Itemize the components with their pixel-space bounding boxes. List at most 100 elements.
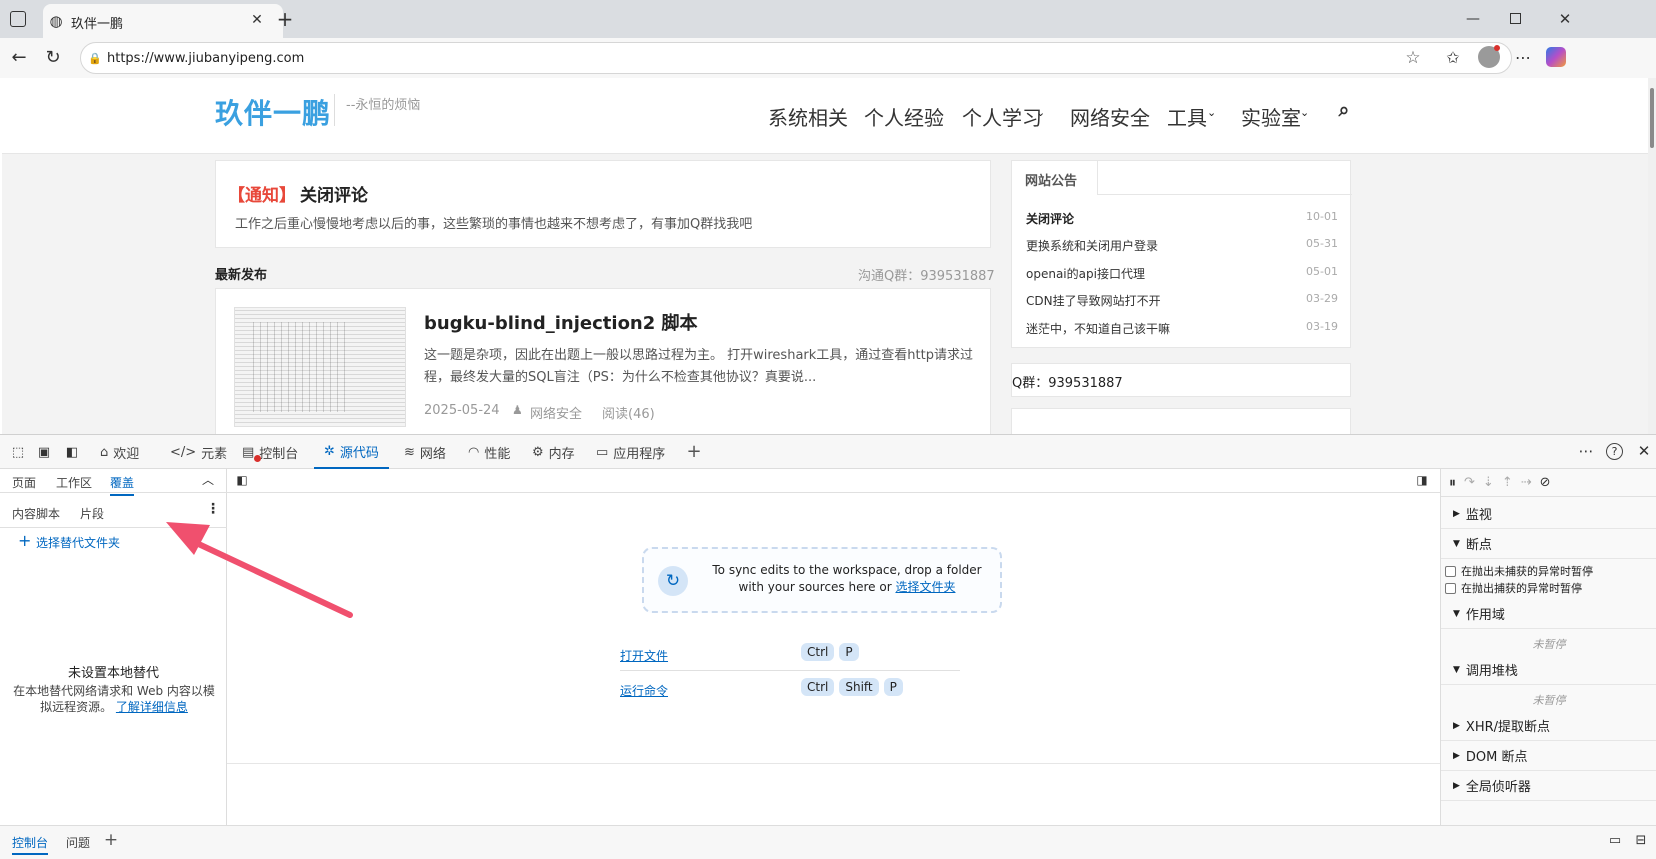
pause-uncaught-option[interactable]: 在抛出未捕获的异常时暂停 bbox=[1445, 563, 1593, 579]
console-icon: ▤ bbox=[242, 444, 255, 460]
favorite-star-icon[interactable]: ☆ bbox=[1403, 48, 1423, 68]
latest-title: 最新发布 bbox=[215, 268, 268, 283]
tab-content-scripts[interactable]: 内容脚本 bbox=[12, 505, 60, 522]
step-into-icon[interactable]: ⇣ bbox=[1483, 475, 1494, 490]
toggle-navigator-icon[interactable]: ◧ bbox=[233, 472, 251, 488]
close-devtools-icon[interactable]: ✕ bbox=[1634, 441, 1654, 461]
section-global-listeners[interactable]: ▶ 全局侦听器 bbox=[1441, 771, 1656, 801]
device-emulation-icon[interactable]: ▣ bbox=[36, 444, 52, 460]
tab-page[interactable]: 页面 bbox=[12, 474, 36, 491]
add-tab-icon[interactable]: + bbox=[684, 441, 704, 462]
tab-console[interactable]: ▤ 控制台 bbox=[242, 435, 298, 469]
tab-memory[interactable]: ⚙ 内存 bbox=[532, 435, 575, 469]
chevron-down-icon: ⌄ bbox=[1036, 106, 1046, 119]
more-options-icon[interactable]: ⋯ bbox=[1576, 441, 1596, 461]
new-tab-icon[interactable]: + bbox=[274, 7, 296, 31]
application-icon: ▭ bbox=[596, 444, 609, 460]
notice-card: 【通知】 关闭评论 工作之后重心慢慢地考虑以后的事，这些繁琐的事情也越来不想考虑… bbox=[215, 160, 991, 248]
site-logo[interactable]: 玖伴一鹏 bbox=[215, 92, 331, 132]
section-breakpoints[interactable]: ▼ 断点 bbox=[1441, 529, 1656, 559]
tab-sources[interactable]: ✲ 源代码 bbox=[314, 435, 389, 469]
run-command-link[interactable]: 运行命令 bbox=[620, 682, 668, 699]
checkbox[interactable] bbox=[1445, 582, 1456, 594]
favorites-icon[interactable]: ✩ bbox=[1442, 46, 1464, 68]
announcement-item[interactable]: 迷茫中，不知道自己该干嘛 bbox=[1026, 320, 1170, 337]
chevron-up-icon[interactable]: ︿ bbox=[200, 471, 216, 487]
announcement-item[interactable]: 关闭评论 bbox=[1026, 210, 1074, 227]
workspace-drop-zone[interactable]: ↻ To sync edits to the workspace, drop a… bbox=[642, 547, 1002, 613]
select-folder-button[interactable]: 选择替代文件夹 bbox=[36, 534, 120, 551]
caret-right-icon: ▶ bbox=[1453, 508, 1460, 519]
section-watch[interactable]: ▶ 监视 bbox=[1441, 499, 1656, 529]
tab-performance[interactable]: ◠ 性能 bbox=[468, 435, 510, 469]
qq-box: Q群：939531887 bbox=[1011, 363, 1351, 397]
close-window-icon[interactable]: ✕ bbox=[1554, 8, 1576, 30]
post-thumbnail[interactable] bbox=[234, 307, 406, 427]
notice-title[interactable]: 关闭评论 bbox=[300, 181, 368, 206]
toggle-debugger-icon[interactable]: ◨ bbox=[1413, 472, 1431, 488]
collapse-drawer-icon[interactable]: ⊟ bbox=[1632, 832, 1650, 848]
inspect-icon[interactable]: ⬚ bbox=[10, 444, 26, 460]
browser-tab[interactable]: ◍ 玖伴一鹏 ✕ bbox=[43, 4, 283, 38]
drawer-tab-issues[interactable]: 问题 bbox=[66, 834, 90, 851]
maximize-icon[interactable] bbox=[1510, 13, 1521, 24]
checkbox[interactable] bbox=[1445, 565, 1456, 577]
dock-icon[interactable]: ◧ bbox=[64, 444, 80, 460]
devtools-toolbar: ⬚ ▣ ◧ ⌂ 欢迎 </> 元素 ▤ 控制台 ✲ 源代码 ≋ 网络 ◠ 性能 ⚙ 内存 ▭ 应… bbox=[0, 435, 1656, 469]
section-label: 作用域 bbox=[1465, 608, 1505, 623]
debugger-toolbar: ⏸ ↷ ⇣ ⇡ ⇢ ⊘ bbox=[1441, 469, 1656, 497]
pause-icon[interactable]: ⏸ bbox=[1449, 475, 1456, 491]
step-over-icon[interactable]: ↷ bbox=[1464, 475, 1475, 490]
search-icon[interactable]: ⌕ bbox=[1332, 98, 1356, 122]
deactivate-breakpoints-icon[interactable]: ⊘ bbox=[1540, 475, 1551, 490]
pause-caught-option[interactable]: 在抛出捕获的异常时暂停 bbox=[1445, 580, 1582, 596]
back-icon[interactable]: ← bbox=[8, 46, 30, 68]
home-icon: ⌂ bbox=[100, 444, 109, 460]
tab-welcome[interactable]: ⌂ 欢迎 bbox=[100, 435, 139, 469]
section-callstack[interactable]: ▼ 调用堆栈 bbox=[1441, 655, 1656, 685]
post-title[interactable]: bugku-blind_injection2 脚本 bbox=[424, 309, 698, 335]
tab-overrides[interactable]: 覆盖 bbox=[110, 474, 135, 496]
tab-workspace[interactable]: 工作区 bbox=[56, 474, 92, 491]
editor-pane: ◧ ◨ ↻ To sync edits to the workspace, dr… bbox=[227, 469, 1440, 825]
nav-item-system[interactable]: 系统相关 bbox=[768, 102, 848, 131]
step-out-icon[interactable]: ⇡ bbox=[1502, 475, 1513, 490]
refresh-icon[interactable]: ↻ bbox=[42, 46, 64, 68]
more-options-icon[interactable]: ⋯ bbox=[1512, 46, 1534, 68]
dock-drawer-icon[interactable]: ▭ bbox=[1606, 832, 1624, 848]
site-info-icon[interactable]: 🔒 bbox=[87, 50, 103, 66]
open-file-link[interactable]: 打开文件 bbox=[620, 647, 668, 664]
post-category[interactable]: 网络安全 bbox=[530, 403, 582, 422]
sidebar-toggle-icon[interactable] bbox=[10, 11, 26, 27]
url-field[interactable]: 🔒 https://www.jiubanyipeng.com ☆ bbox=[80, 42, 1512, 74]
tab-label: 控制台 bbox=[259, 446, 299, 462]
select-folder-link[interactable]: 选择文件夹 bbox=[895, 580, 955, 594]
nav-item-tools[interactable]: 工具 bbox=[1167, 102, 1207, 131]
learn-more-link[interactable]: 了解详细信息 bbox=[116, 700, 188, 714]
step-icon[interactable]: ⇢ bbox=[1521, 475, 1532, 490]
section-dom-breakpoints[interactable]: ▶ DOM 断点 bbox=[1441, 741, 1656, 771]
tab-elements[interactable]: </> 元素 bbox=[170, 435, 227, 469]
help-icon[interactable]: ? bbox=[1606, 443, 1623, 460]
tab-label: 网络 bbox=[419, 446, 446, 462]
tab-application[interactable]: ▭ 应用程序 bbox=[596, 435, 665, 469]
globe-icon: ◍ bbox=[49, 12, 63, 30]
announcement-item[interactable]: openai的api接口代理 bbox=[1026, 265, 1145, 282]
section-scope[interactable]: ▼ 作用域 bbox=[1441, 599, 1656, 629]
tab-snippets[interactable]: 片段 bbox=[80, 505, 104, 522]
announcement-item[interactable]: CDN挂了导致网站打不开 bbox=[1026, 292, 1161, 309]
minimize-icon[interactable]: — bbox=[1462, 8, 1484, 30]
section-xhr-breakpoints[interactable]: ▶ XHR/提取断点 bbox=[1441, 711, 1656, 741]
nav-item-security[interactable]: 网络安全 bbox=[1070, 102, 1150, 131]
copilot-icon[interactable] bbox=[1546, 47, 1566, 67]
page-scrollbar[interactable] bbox=[1648, 78, 1656, 434]
add-drawer-tab-icon[interactable]: + bbox=[102, 830, 120, 850]
close-tab-icon[interactable]: ✕ bbox=[247, 10, 267, 30]
nav-item-lab[interactable]: 实验室 bbox=[1241, 102, 1301, 131]
drawer-tab-console[interactable]: 控制台 bbox=[12, 834, 49, 855]
shortcut-keys: Ctrl P bbox=[801, 643, 864, 661]
announcement-item[interactable]: 更换系统和关闭用户登录 bbox=[1026, 237, 1158, 254]
tab-network[interactable]: ≋ 网络 bbox=[404, 435, 446, 469]
nav-item-experience[interactable]: 个人经验 bbox=[864, 102, 944, 131]
nav-item-learning[interactable]: 个人学习 bbox=[962, 102, 1042, 131]
